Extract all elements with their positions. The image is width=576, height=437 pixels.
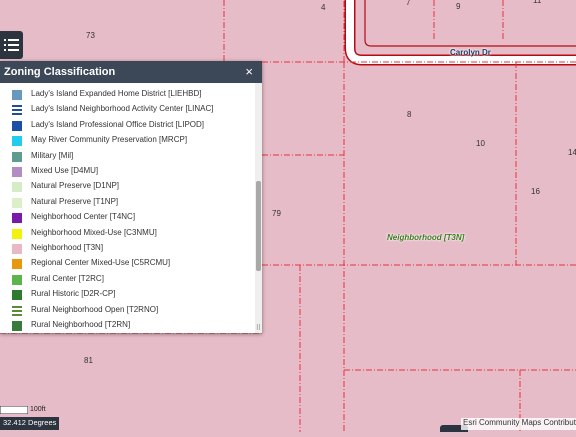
- legend-item-label: Rural Historic [D2R-CP]: [31, 289, 116, 299]
- legend-swatch: [12, 228, 22, 239]
- legend-item: Rural Center [T2RC]: [0, 273, 255, 288]
- legend-item: Rural Neighborhood [T2RN]: [0, 319, 255, 333]
- legend-swatch: [12, 167, 22, 177]
- legend-swatch: [12, 90, 22, 100]
- map-attribution[interactable]: Esri Community Maps Contributors: [461, 418, 576, 430]
- legend-item: Rural Historic [D2R-CP]: [0, 288, 255, 303]
- legend-panel: Zoning Classification × Lady's Island Ex…: [0, 61, 262, 333]
- legend-swatch: [12, 213, 22, 224]
- legend-item: Mixed Use [D4MU]: [0, 165, 255, 180]
- legend-item: Regional Center Mixed-Use [C5RCMU]: [0, 257, 255, 272]
- legend-item-label: Military [Mil]: [31, 150, 74, 160]
- legend-swatch: [12, 274, 22, 285]
- legend-swatch: [12, 305, 22, 316]
- legend-item-label: Rural Neighborhood [T2RN]: [31, 320, 131, 329]
- legend-swatch: [12, 321, 22, 331]
- legend-item: Lady's Island Professional Office Distri…: [0, 119, 255, 134]
- legend-item-label: Rural Center [T2RC]: [31, 273, 104, 283]
- parcel-number-10: 10: [476, 139, 485, 148]
- parcel-number-9: 9: [456, 2, 461, 11]
- legend-panel-title: Zoning Classification: [4, 66, 116, 78]
- legend-item: Rural Neighborhood Open [T2RNO]: [0, 304, 255, 319]
- legend-swatch: [12, 105, 22, 116]
- parcel-number-14: 14: [568, 148, 576, 157]
- legend-item-label: Lady's Island Expanded Home District [LI…: [31, 89, 202, 98]
- parcel-number-16: 16: [531, 187, 540, 196]
- legend-item-label: Neighborhood Center [T4NC]: [31, 212, 136, 222]
- legend-item: Neighborhood [T3N]: [0, 242, 255, 257]
- legend-list[interactable]: Lady's Island Expanded Home District [LI…: [0, 83, 255, 333]
- legend-toggle-button[interactable]: [0, 31, 23, 59]
- scale-label: 100ft: [30, 406, 46, 413]
- legend-item: Neighborhood Mixed-Use [C3NMU]: [0, 227, 255, 242]
- legend-item: Neighborhood Center [T4NC]: [0, 211, 255, 226]
- legend-item: Natural Preserve [T1NP]: [0, 196, 255, 211]
- close-icon[interactable]: ×: [245, 64, 253, 79]
- legend-item-label: Regional Center Mixed-Use [C5RCMU]: [31, 258, 171, 268]
- legend-swatch: [12, 259, 22, 270]
- legend-item-label: Neighborhood Mixed-Use [C3NMU]: [31, 227, 157, 237]
- legend-scrollbar[interactable]: [255, 83, 262, 333]
- legend-item-label: Mixed Use [D4MU]: [31, 166, 99, 175]
- legend-item-label: Rural Neighborhood Open [T2RNO]: [31, 304, 159, 314]
- legend-item-label: May River Community Preservation [MRCP]: [31, 135, 188, 145]
- parcel-number-79: 79: [272, 209, 281, 218]
- legend-swatch: [12, 120, 22, 131]
- parcel-number-4: 4: [321, 3, 326, 12]
- legend-item-label: Natural Preserve [T1NP]: [31, 196, 119, 206]
- legend-item-label: Lady's Island Neighborhood Activity Cent…: [31, 104, 214, 114]
- legend-item: Military [Mil]: [0, 150, 255, 165]
- legend-item-label: Lady's Island Professional Office Distri…: [31, 119, 205, 129]
- legend-swatch: [12, 182, 22, 193]
- road-label-carolyn-dr: Carolyn Dr: [450, 48, 491, 57]
- legend-swatch: [12, 197, 22, 208]
- legend-item-label: Natural Preserve [D1NP]: [31, 181, 120, 191]
- legend-swatch: [12, 244, 22, 254]
- legend-swatch: [12, 136, 22, 147]
- legend-list-icon: [4, 39, 19, 51]
- parcel-number-81: 81: [84, 356, 93, 365]
- parcel-number-73: 73: [86, 31, 95, 40]
- parcel-number-11: 11: [533, 0, 542, 5]
- legend-panel-header: Zoning Classification ×: [0, 61, 262, 83]
- legend-swatch: [12, 290, 22, 301]
- coordinate-readout: 32.412 Degrees: [0, 417, 60, 430]
- legend-scrollbar-thumb[interactable]: [256, 181, 261, 271]
- legend-item: Lady's Island Neighborhood Activity Cent…: [0, 103, 255, 118]
- legend-swatch: [12, 151, 22, 162]
- legend-item: Lady's Island Expanded Home District [LI…: [0, 88, 255, 103]
- legend-item-label: Neighborhood [T3N]: [31, 243, 104, 252]
- legend-item: Natural Preserve [D1NP]: [0, 180, 255, 195]
- parcel-number-7: 7: [406, 0, 411, 7]
- scale-bar: [0, 406, 28, 414]
- parcel-number-8: 8: [407, 110, 412, 119]
- resize-grip-icon[interactable]: ⠿: [256, 325, 261, 332]
- legend-item: May River Community Preservation [MRCP]: [0, 134, 255, 149]
- zone-label-t3n: Neighborhood [T3N]: [387, 233, 465, 242]
